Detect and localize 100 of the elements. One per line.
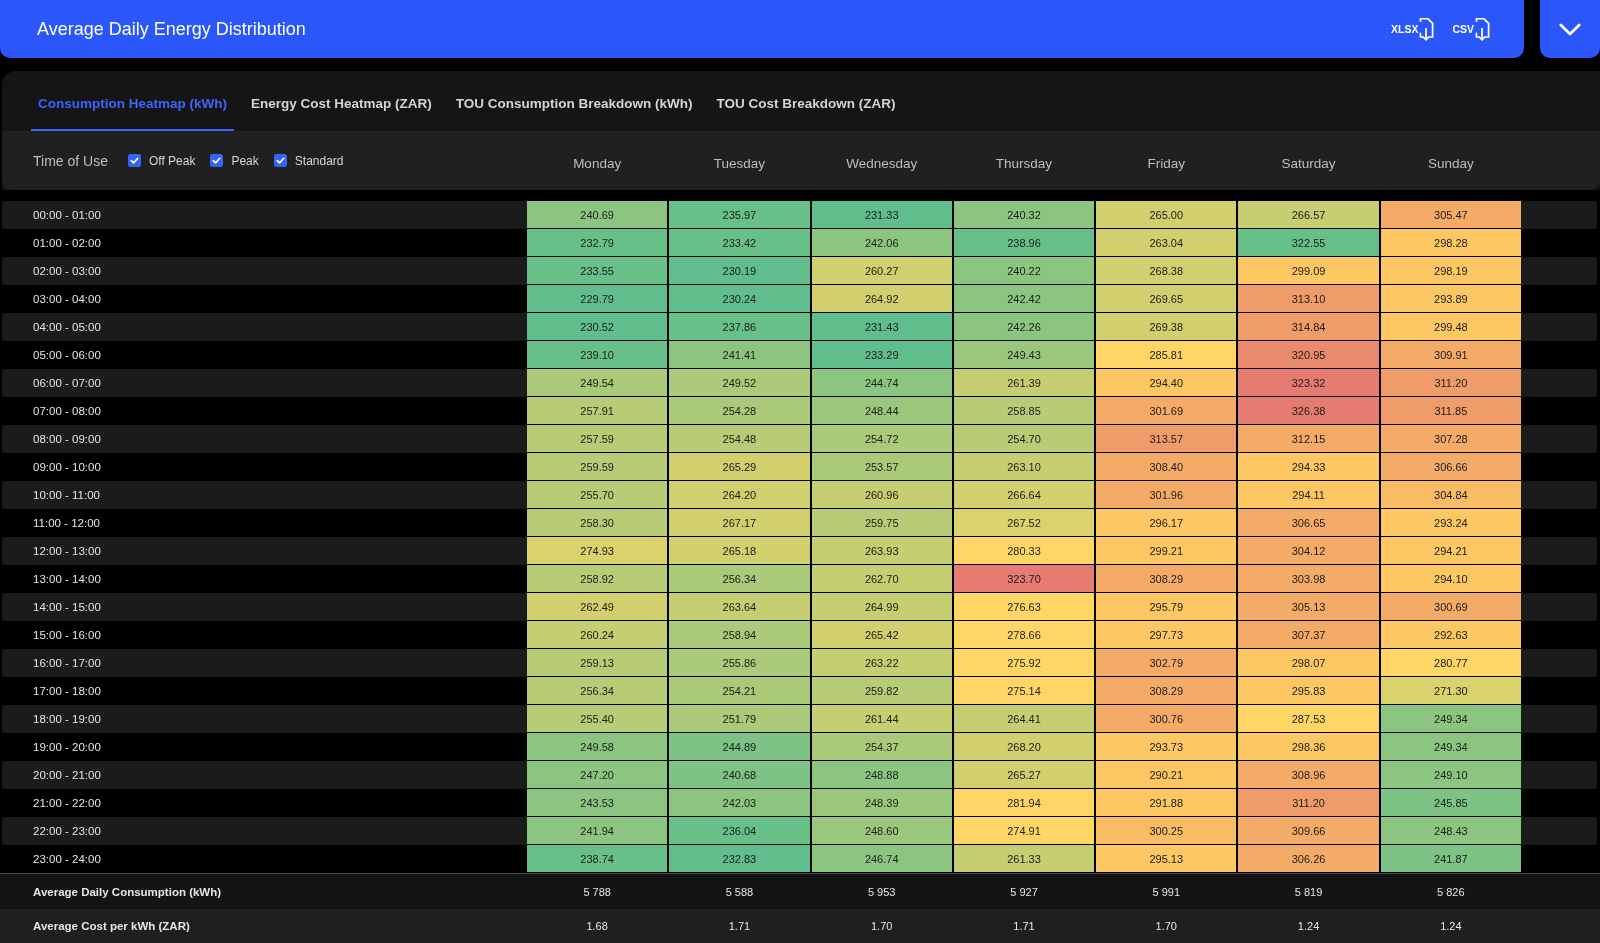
heatmap-cell: 248.88 xyxy=(811,761,952,788)
export-button[interactable]: CSV xyxy=(1452,16,1490,42)
time-label: 12:00 - 13:00 xyxy=(33,545,101,557)
heatmap-cell: 285.81 xyxy=(1096,341,1237,368)
heatmap-cell: 233.42 xyxy=(669,229,810,256)
time-label: 11:00 - 12:00 xyxy=(33,517,100,529)
checkbox[interactable] xyxy=(210,154,224,167)
time-label: 00:00 - 01:00 xyxy=(33,209,101,221)
checkbox-label[interactable]: Standard xyxy=(294,153,344,168)
time-label: 05:00 - 06:00 xyxy=(33,349,101,361)
heatmap-cell: 254.28 xyxy=(669,397,810,424)
heatmap-cell: 266.64 xyxy=(953,481,1095,508)
heatmap-cell: 248.44 xyxy=(811,397,952,424)
time-label: 15:00 - 16:00 xyxy=(33,629,101,641)
heatmap-cell: 294.10 xyxy=(1380,565,1521,592)
heatmap-cell: 311.85 xyxy=(1380,397,1521,424)
heatmap-cell: 240.32 xyxy=(953,201,1095,228)
heatmap-cell: 259.75 xyxy=(811,509,952,536)
heatmap-cell: 240.68 xyxy=(669,761,810,788)
heatmap-cell: 254.48 xyxy=(669,425,810,452)
heatmap-cell: 259.59 xyxy=(527,453,668,480)
heatmap-cell: 300.69 xyxy=(1380,593,1521,620)
heatmap-cell: 258.94 xyxy=(669,621,810,648)
heatmap-cell: 254.72 xyxy=(811,425,952,452)
heatmap-cell: 306.26 xyxy=(1238,845,1379,872)
heatmap-cell: 305.47 xyxy=(1380,201,1521,228)
heatmap-cell: 294.21 xyxy=(1380,537,1521,564)
heatmap-cell: 246.74 xyxy=(811,845,952,872)
heatmap-cell: 237.86 xyxy=(669,313,810,340)
time-label: 19:00 - 20:00 xyxy=(33,741,101,753)
heatmap-cell: 306.66 xyxy=(1380,453,1521,480)
heatmap-cell: 300.25 xyxy=(1096,817,1237,844)
heatmap-cell: 302.79 xyxy=(1096,649,1237,676)
heatmap-cell: 241.87 xyxy=(1380,845,1521,872)
heatmap-cell: 258.30 xyxy=(527,509,668,536)
summary-value: 5 588 xyxy=(725,885,754,898)
summary-value: 1.71 xyxy=(1013,920,1035,932)
column-header: Tuesday xyxy=(713,156,766,171)
heatmap-cell: 240.69 xyxy=(527,201,668,228)
summary-label: Average Daily Consumption (kWh) xyxy=(33,885,222,898)
export-button[interactable]: XLSX xyxy=(1390,16,1435,42)
heatmap-cell: 260.96 xyxy=(811,481,952,508)
heatmap-cell: 251.79 xyxy=(669,705,810,732)
time-label: 08:00 - 09:00 xyxy=(33,433,101,445)
checkbox-label[interactable]: Peak xyxy=(231,153,259,168)
heatmap-cell: 295.83 xyxy=(1238,677,1379,704)
heatmap-cell: 254.70 xyxy=(953,425,1095,452)
heatmap-cell: 232.79 xyxy=(527,229,668,256)
heatmap-cell: 281.94 xyxy=(953,789,1095,816)
heatmap-cell: 244.89 xyxy=(669,733,810,760)
heatmap-cell: 255.70 xyxy=(527,481,668,508)
heatmap-cell: 268.38 xyxy=(1096,257,1237,284)
heatmap-cell: 231.33 xyxy=(811,201,952,228)
heatmap-cell: 305.13 xyxy=(1238,593,1379,620)
tab[interactable]: TOU Consumption Breakdown (kWh) xyxy=(448,71,700,131)
heatmap-cell: 231.43 xyxy=(811,313,952,340)
heatmap-cell: 269.65 xyxy=(1096,285,1237,312)
heatmap-cell: 249.34 xyxy=(1380,733,1521,760)
heatmap-cell: 249.43 xyxy=(953,341,1095,368)
checkbox-label[interactable]: Off Peak xyxy=(148,153,196,168)
heatmap-cell: 271.30 xyxy=(1380,677,1521,704)
heatmap-cell: 256.34 xyxy=(527,677,668,704)
collapse-button[interactable] xyxy=(1540,0,1600,58)
checkbox[interactable] xyxy=(127,154,141,167)
heatmap-cell: 267.17 xyxy=(669,509,810,536)
heatmap-cell: 299.09 xyxy=(1238,257,1379,284)
heatmap-cell: 241.94 xyxy=(527,817,668,844)
heatmap-cell: 242.06 xyxy=(811,229,952,256)
summary-value: 5 927 xyxy=(1010,885,1038,898)
summary-value: 5 991 xyxy=(1152,885,1181,898)
tab[interactable]: TOU Cost Breakdown (ZAR) xyxy=(709,71,903,131)
heatmap-cell: 280.33 xyxy=(953,537,1095,564)
heatmap-cell: 265.29 xyxy=(669,453,810,480)
time-label: 16:00 - 17:00 xyxy=(33,657,101,669)
heatmap-cell: 308.96 xyxy=(1238,761,1379,788)
heatmap-cell: 299.48 xyxy=(1380,313,1521,340)
summary-value: 1.70 xyxy=(1155,920,1177,932)
column-header: Thursday xyxy=(995,156,1053,171)
heatmap-cell: 240.22 xyxy=(953,257,1095,284)
heatmap-cell: 287.53 xyxy=(1238,705,1379,732)
heatmap-cell: 275.92 xyxy=(953,649,1095,676)
heatmap-cell: 278.66 xyxy=(953,621,1095,648)
summary-value: 1.70 xyxy=(871,920,893,932)
heatmap-cell: 238.74 xyxy=(527,845,668,872)
time-label: 09:00 - 10:00 xyxy=(33,461,101,473)
heatmap-cell: 300.76 xyxy=(1096,705,1237,732)
heatmap-cell: 248.39 xyxy=(811,789,952,816)
heatmap-cell: 266.57 xyxy=(1238,201,1379,228)
checkbox[interactable] xyxy=(273,154,287,167)
heatmap-cell: 309.66 xyxy=(1238,817,1379,844)
heatmap-cell: 307.37 xyxy=(1238,621,1379,648)
file-download-icon xyxy=(1419,16,1435,42)
tab[interactable]: Energy Cost Heatmap (ZAR) xyxy=(244,71,439,131)
summary-value: 5 788 xyxy=(583,885,611,898)
heatmap-cell: 233.55 xyxy=(527,257,668,284)
heatmap-cell: 254.37 xyxy=(811,733,952,760)
time-label: 20:00 - 21:00 xyxy=(33,769,101,781)
summary-value: 5 819 xyxy=(1294,885,1323,898)
heatmap-cell: 230.52 xyxy=(527,313,668,340)
time-label: 07:00 - 08:00 xyxy=(33,405,101,417)
